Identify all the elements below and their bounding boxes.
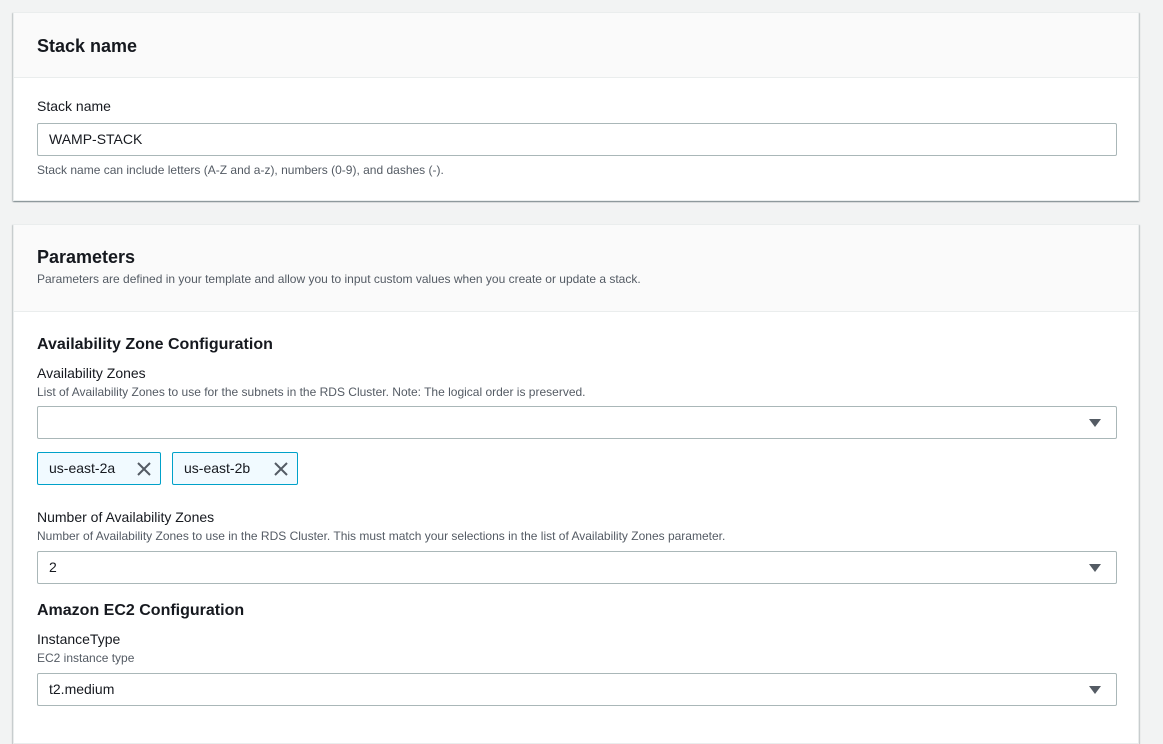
az-token-us-east-2a: us-east-2a <box>37 452 161 485</box>
stack-name-panel: Stack name Stack name WAMP-STACK Stack n… <box>13 12 1139 201</box>
instance-type-description: EC2 instance type <box>37 651 135 665</box>
caret-down-icon <box>1089 419 1101 427</box>
parameters-header: Parameters Parameters are defined in you… <box>14 225 1138 312</box>
instance-type-label: InstanceType <box>37 631 121 647</box>
ec2-config-title: Amazon EC2 Configuration <box>37 602 245 619</box>
parameters-title: Parameters <box>37 247 136 267</box>
num-az-label: Number of Availability Zones <box>37 509 215 525</box>
parameters-description: Parameters are defined in your template … <box>37 272 641 286</box>
instance-type-value: t2.medium <box>49 681 115 697</box>
close-icon[interactable] <box>136 461 152 477</box>
az-token-label: us-east-2a <box>49 460 116 476</box>
parameters-panel: Parameters Parameters are defined in you… <box>13 224 1139 744</box>
az-token-label: us-east-2b <box>184 460 251 476</box>
num-az-description: Number of Availability Zones to use in t… <box>37 529 726 543</box>
num-az-value: 2 <box>49 559 57 575</box>
stack-name-hint: Stack name can include letters (A-Z and … <box>37 163 444 177</box>
az-config-title: Availability Zone Configuration <box>37 336 273 353</box>
stack-name-value: WAMP-STACK <box>49 131 143 147</box>
caret-down-icon <box>1089 686 1101 694</box>
num-az-select[interactable]: 2 <box>37 551 1117 584</box>
caret-down-icon <box>1089 564 1101 572</box>
az-token-us-east-2b: us-east-2b <box>172 452 298 485</box>
instance-type-select[interactable]: t2.medium <box>37 673 1117 706</box>
stack-name-input[interactable]: WAMP-STACK <box>37 123 1117 156</box>
az-label: Availability Zones <box>37 365 146 381</box>
stack-name-header: Stack name <box>14 13 1138 78</box>
az-description: List of Availability Zones to use for th… <box>37 385 586 399</box>
close-icon[interactable] <box>273 461 289 477</box>
stack-name-title: Stack name <box>37 36 138 56</box>
stack-name-label: Stack name <box>37 98 111 114</box>
az-multiselect[interactable] <box>37 406 1117 439</box>
